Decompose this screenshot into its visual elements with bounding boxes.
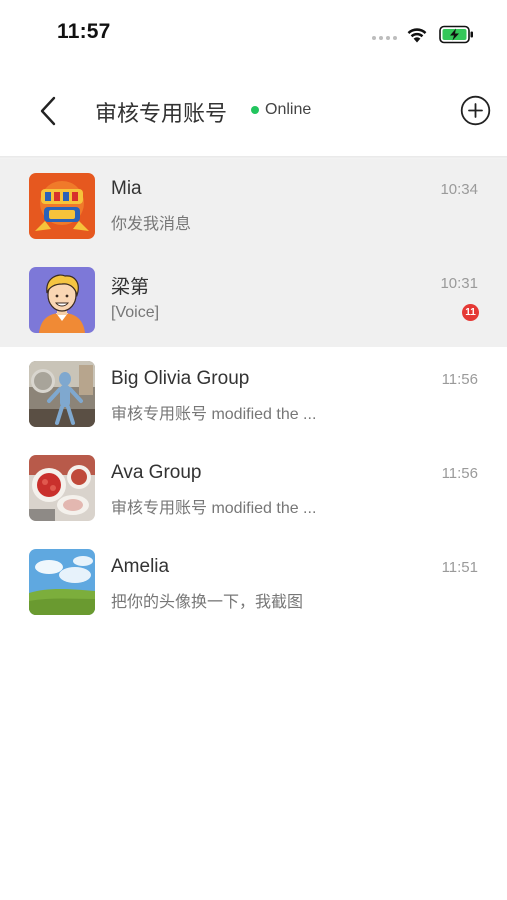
chat-preview: [Voice] <box>111 304 160 321</box>
chat-preview: 审核专用账号 modified the ... <box>111 500 317 517</box>
chat-row-mia[interactable]: Mia 你发我消息 10:34 <box>0 159 507 253</box>
chat-name: 梁第 <box>111 277 150 298</box>
chat-preview: 审核专用账号 modified the ... <box>111 406 317 423</box>
online-status-text: Online <box>265 101 312 118</box>
top-nav-bar: 审核专用账号 Online <box>0 66 507 156</box>
chat-name: Mia <box>111 178 142 199</box>
game-logo-avatar <box>29 173 95 239</box>
cartoon-person-avatar <box>29 267 95 333</box>
wifi-icon <box>407 28 427 43</box>
status-time: 11:57 <box>57 20 111 43</box>
chat-list-screen: 11:57 审核专用账号 Online Mia 你发我消息 10:34 梁第 [… <box>0 0 507 900</box>
chat-time: 11:51 <box>441 559 478 576</box>
chat-row-ava-group[interactable]: Ava Group 审核专用账号 modified the ... 11:56 <box>0 441 507 535</box>
page-title: 审核专用账号 <box>95 101 228 126</box>
photo-landscape-avatar <box>29 549 95 615</box>
chat-preview: 把你的头像换一下，我截图 <box>111 594 304 611</box>
chat-row-liangdi[interactable]: 梁第 [Voice] 10:31 11 <box>0 253 507 347</box>
online-status: Online <box>251 101 311 119</box>
chat-name: Ava Group <box>111 462 202 483</box>
chat-row-amelia[interactable]: Amelia 把你的头像换一下，我截图 11:51 <box>0 535 507 629</box>
photo-food-avatar <box>29 455 95 521</box>
back-button[interactable] <box>34 94 64 128</box>
chat-preview: 你发我消息 <box>111 216 192 233</box>
photo-plush-toy-avatar <box>29 361 95 427</box>
status-bar: 11:57 <box>0 0 507 66</box>
chat-row-big-olivia-group[interactable]: Big Olivia Group 审核专用账号 modified the ...… <box>0 347 507 441</box>
signal-dots-icon <box>372 36 397 40</box>
chat-time: 11:56 <box>441 371 478 388</box>
unread-badge: 11 <box>462 304 479 321</box>
online-dot-icon <box>251 106 259 114</box>
chat-time: 10:34 <box>440 181 478 198</box>
chat-list: Mia 你发我消息 10:34 梁第 [Voice] 10:31 11 Big … <box>0 159 507 629</box>
battery-charging-icon <box>439 25 473 44</box>
chat-time: 10:31 <box>440 275 478 292</box>
chat-name: Amelia <box>111 556 170 577</box>
chat-name: Big Olivia Group <box>111 368 250 389</box>
chat-time: 11:56 <box>441 465 478 482</box>
add-button[interactable] <box>460 95 491 126</box>
